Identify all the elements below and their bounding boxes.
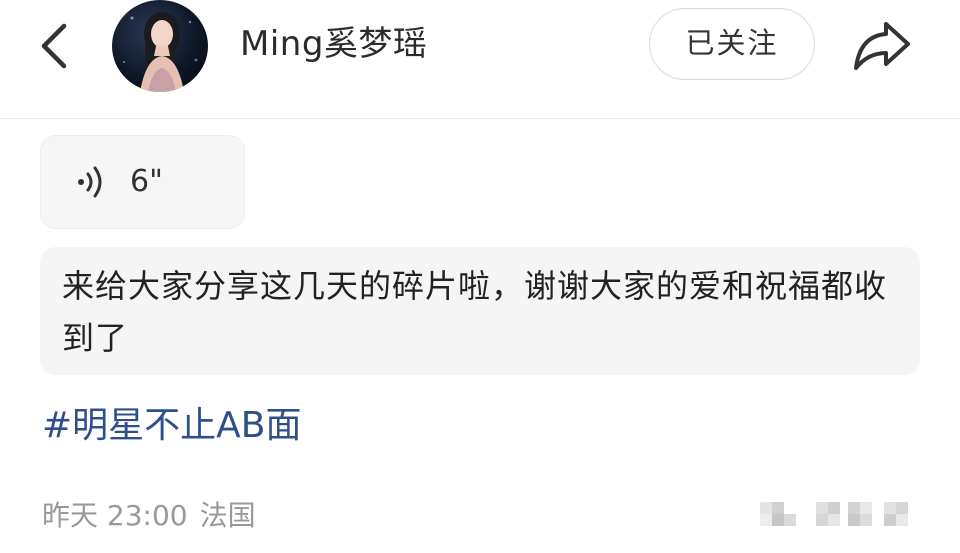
follow-button[interactable]: 已关注 xyxy=(649,8,815,80)
avatar[interactable] xyxy=(112,0,208,92)
share-button[interactable] xyxy=(848,14,916,76)
sound-wave-icon xyxy=(74,164,108,200)
post-location: 法国 xyxy=(199,499,256,532)
hashtag-link[interactable]: #明星不止AB面 xyxy=(42,400,302,452)
avatar-image xyxy=(122,12,198,92)
pixelated-watermark xyxy=(760,494,920,538)
share-arrow-icon xyxy=(854,22,910,70)
username[interactable]: Ming奚梦瑶 xyxy=(240,20,427,68)
post-time: 昨天 23:00 xyxy=(42,499,188,532)
voice-duration: 6" xyxy=(130,164,163,199)
post-detail-page: Ming奚梦瑶 已关注 6" 来给大家分享这几天的碎片啦，谢谢大家的爱和祝福都收… xyxy=(0,0,960,553)
post-meta: 昨天 23:00 法国 xyxy=(42,494,268,538)
back-button[interactable] xyxy=(30,20,78,72)
chevron-left-icon xyxy=(41,23,67,69)
header-bar: Ming奚梦瑶 已关注 xyxy=(0,0,960,119)
post-text: 来给大家分享这几天的碎片啦，谢谢大家的爱和祝福都收到了 xyxy=(62,267,888,357)
